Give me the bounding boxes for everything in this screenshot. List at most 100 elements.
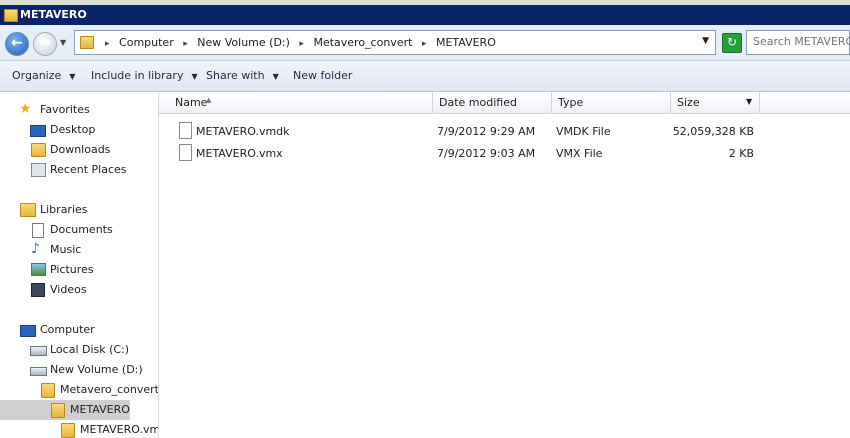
- sidebar-item-videos[interactable]: Videos: [0, 280, 158, 300]
- videos-icon: [31, 283, 45, 297]
- sidebar-item-label: Favorites: [40, 103, 90, 116]
- file-name: METAVERO.vmdk: [196, 125, 290, 138]
- address-field[interactable]: ▸ Computer ▸ New Volume (D:) ▸ Metavero_…: [74, 30, 716, 55]
- navigation-pane: ★ Favorites Desktop Downloads Recent Pla…: [0, 92, 159, 438]
- sidebar-item-label: Computer: [40, 323, 95, 336]
- new-folder-button[interactable]: New folder: [293, 69, 352, 82]
- window-title: METAVERO: [20, 8, 87, 21]
- title-bar[interactable]: METAVERO: [0, 5, 850, 25]
- refresh-icon: ↻: [726, 35, 738, 49]
- column-header-label: Date modified: [439, 96, 517, 109]
- breadcrumb-computer[interactable]: Computer: [119, 36, 174, 49]
- command-bar: Organize ▼ Include in library ▼ Share with…: [0, 61, 850, 92]
- sidebar-item-metavero-convert[interactable]: Metavero_convert: [0, 380, 158, 400]
- sidebar-item-recent-places[interactable]: Recent Places: [0, 160, 158, 180]
- organize-button[interactable]: Organize ▼: [12, 69, 75, 82]
- pictures-icon: [31, 263, 46, 276]
- arrow-right-icon: →: [39, 35, 51, 51]
- include-in-library-button[interactable]: Include in library ▼: [91, 69, 198, 82]
- folder-icon: [80, 36, 94, 49]
- sidebar-item-label: METAVERO: [70, 403, 130, 416]
- file-name: METAVERO.vmx: [196, 147, 283, 160]
- sidebar-item-documents[interactable]: Documents: [0, 220, 158, 240]
- file-size: 52,059,328 KB: [672, 125, 754, 138]
- sidebar-item-downloads[interactable]: Downloads: [0, 140, 158, 160]
- sidebar-item-label: Metavero_convert: [60, 383, 159, 396]
- sidebar-item-local-disk[interactable]: Local Disk (C:): [0, 340, 158, 360]
- breadcrumb: ▸ Computer ▸ New Volume (D:) ▸ Metavero_…: [99, 36, 496, 49]
- file-date: 7/9/2012 9:03 AM: [437, 147, 536, 160]
- chevron-down-icon: ▼: [272, 72, 279, 81]
- include-in-library-label: Include in library: [91, 69, 184, 82]
- forward-button[interactable]: →: [33, 32, 57, 56]
- sidebar-item-label: Local Disk (C:): [50, 343, 130, 356]
- sort-up-icon: ▲: [206, 96, 212, 104]
- sidebar-item-label: Documents: [50, 223, 113, 236]
- chevron-down-icon[interactable]: ▼: [702, 36, 709, 46]
- sidebar-item-music[interactable]: ♪ Music: [0, 240, 158, 260]
- document-icon: [32, 223, 44, 238]
- sidebar-item-label: Videos: [50, 283, 87, 296]
- computer-icon: [20, 325, 36, 337]
- breadcrumb-new-volume[interactable]: New Volume (D:): [197, 36, 290, 49]
- file-list: Name ▲ Date modified Type Size ▼ METAVER…: [159, 92, 850, 438]
- sidebar-item-label: METAVERO.vmdk: [80, 423, 159, 436]
- folder-icon: [41, 383, 55, 398]
- column-header-size[interactable]: Size ▼: [671, 92, 760, 113]
- sidebar-item-label: Desktop: [50, 123, 96, 136]
- address-bar-row: ← → ▼ ▸ Computer ▸ New Volume (D:) ▸ Met…: [0, 25, 850, 61]
- search-input[interactable]: [753, 35, 849, 48]
- share-with-label: Share with: [206, 69, 265, 82]
- file-size: 2 KB: [728, 147, 754, 160]
- column-header-label: Size: [677, 96, 700, 109]
- column-header-name[interactable]: Name ▲: [159, 92, 433, 113]
- sidebar-item-new-volume[interactable]: New Volume (D:): [0, 360, 158, 380]
- folder-icon: [61, 423, 75, 438]
- table-row[interactable]: METAVERO.vmdk 7/9/2012 9:29 AM VMDK File…: [159, 121, 759, 141]
- sidebar-item-pictures[interactable]: Pictures: [0, 260, 158, 280]
- chevron-right-icon[interactable]: ▸: [183, 39, 188, 49]
- star-icon: ★: [19, 101, 32, 117]
- recent-pages-dropdown[interactable]: ▼: [60, 38, 66, 47]
- downloads-icon: [31, 143, 46, 157]
- chevron-down-icon[interactable]: ▼: [746, 97, 752, 106]
- column-header-row: Name ▲ Date modified Type Size ▼: [159, 92, 850, 114]
- chevron-right-icon[interactable]: ▸: [299, 39, 304, 49]
- chevron-right-icon[interactable]: ▸: [422, 39, 427, 49]
- sidebar-item-metavero[interactable]: METAVERO: [0, 400, 130, 420]
- sidebar-item-libraries[interactable]: Libraries: [0, 200, 158, 220]
- chevron-down-icon: ▼: [191, 72, 198, 81]
- file-icon: [179, 122, 192, 139]
- sidebar-item-computer[interactable]: Computer: [0, 320, 158, 340]
- sidebar-item-desktop[interactable]: Desktop: [0, 120, 158, 140]
- search-box[interactable]: [746, 30, 850, 55]
- new-folder-label: New folder: [293, 69, 353, 82]
- chevron-down-icon: ▼: [69, 72, 76, 81]
- refresh-button[interactable]: ↻: [722, 33, 742, 53]
- file-type: VMX File: [556, 147, 603, 160]
- column-header-date[interactable]: Date modified: [433, 92, 552, 113]
- table-row[interactable]: METAVERO.vmx 7/9/2012 9:03 AM VMX File 2…: [159, 143, 759, 163]
- sidebar-item-label: Music: [50, 243, 82, 256]
- drive-icon: [30, 367, 47, 376]
- breadcrumb-metavero-convert[interactable]: Metavero_convert: [313, 36, 412, 49]
- music-note-icon: ♪: [31, 241, 40, 257]
- organize-label: Organize: [12, 69, 62, 82]
- recent-places-icon: [31, 163, 46, 177]
- column-header-label: Type: [558, 96, 584, 109]
- sidebar-item-favorites[interactable]: ★ Favorites: [0, 100, 158, 120]
- chevron-right-icon[interactable]: ▸: [105, 39, 110, 49]
- libraries-icon: [20, 203, 36, 217]
- back-button[interactable]: ←: [5, 32, 29, 56]
- sidebar-item-label: Downloads: [50, 143, 111, 156]
- share-with-button[interactable]: Share with ▼: [206, 69, 279, 82]
- file-date: 7/9/2012 9:29 AM: [437, 125, 536, 138]
- arrow-left-icon: ←: [11, 35, 23, 51]
- sidebar-item-label: Recent Places: [50, 163, 127, 176]
- sidebar-item-metavero-vmdk[interactable]: METAVERO.vmdk: [0, 420, 158, 438]
- column-header-type[interactable]: Type: [552, 92, 671, 113]
- breadcrumb-metavero[interactable]: METAVERO: [436, 36, 496, 49]
- sidebar-item-label: New Volume (D:): [50, 363, 143, 376]
- folder-icon: [4, 9, 18, 22]
- drive-icon: [30, 346, 47, 356]
